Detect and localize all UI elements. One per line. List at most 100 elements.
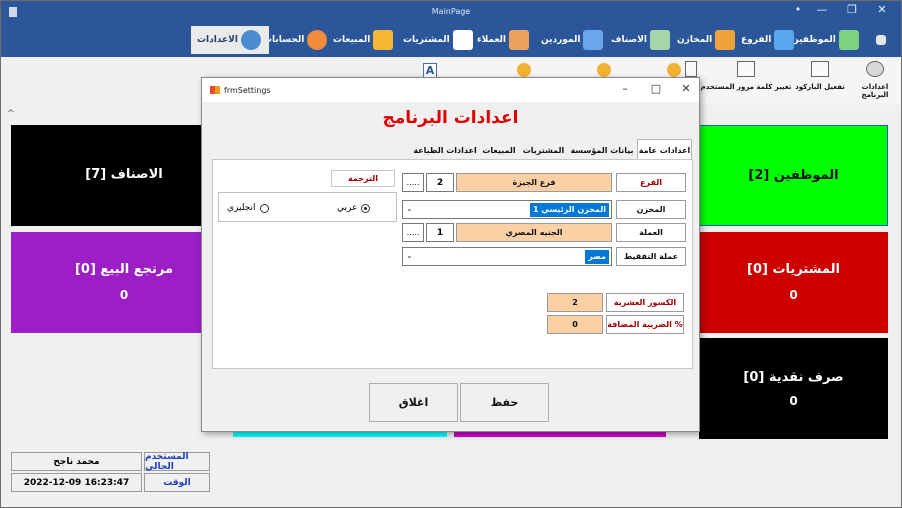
translation-label: الترجمة: [331, 170, 395, 187]
collapse-chevron-icon[interactable]: ^: [7, 109, 15, 119]
branch-number-field[interactable]: 2: [426, 173, 454, 192]
main-window: MainPage • — ❐ ✕ الموظفين الفروع المخازن…: [0, 0, 902, 508]
tool-label: اعدادات البرنامج: [861, 83, 889, 99]
menu-icon: [876, 35, 886, 45]
currency-browse-button[interactable]: .....: [402, 223, 424, 242]
menu-item-label: الموردين: [541, 35, 581, 45]
sales-icon: [373, 30, 394, 50]
dot-icon: •: [794, 3, 802, 16]
users-icon: [838, 30, 859, 50]
tab-company-data[interactable]: بيانات المؤسسة: [567, 141, 637, 159]
branch-name-field: فرع الجيزة: [456, 173, 612, 192]
currency-words-label: عملة التفقيط: [616, 247, 686, 266]
store-label: المخزن: [616, 200, 686, 219]
store-select[interactable]: ⌄ المخزن الرئيسي 1: [402, 200, 612, 219]
menu-item-accounts[interactable]: الحسابات: [263, 26, 328, 54]
time-value: 2022-12-09 16:23:47: [11, 473, 142, 492]
coins-icon[interactable]: [517, 63, 531, 77]
chevron-down-icon: ⌄: [406, 251, 413, 260]
radio-selected-icon: [361, 203, 371, 213]
items-icon: [650, 30, 670, 50]
menu-item-sales[interactable]: المبيعات: [333, 26, 394, 54]
time-label: الوقت: [144, 473, 210, 492]
menu-item-purchases[interactable]: المشتريات: [403, 26, 473, 54]
menu-item-items[interactable]: الاصناف: [611, 26, 670, 54]
customers-icon: [509, 30, 530, 50]
dialog-minimize-button[interactable]: –: [617, 82, 633, 95]
menu-item-warehouses[interactable]: المخازن: [677, 26, 736, 54]
font-icon: [685, 61, 697, 77]
menu-item-employees[interactable]: الموظفين: [791, 26, 859, 54]
menu-item-label: الاصناف: [611, 35, 647, 45]
decimals-label: الكسور العشرية: [606, 293, 684, 312]
radio-arabic-label: عربي: [337, 203, 358, 213]
warehouse-icon: [715, 30, 736, 50]
tab-purchases[interactable]: المشتريات: [520, 141, 567, 159]
save-button[interactable]: حفظ: [460, 383, 549, 422]
dialog-maximize-button[interactable]: □: [648, 82, 664, 95]
tab-print-settings[interactable]: اعدادات الطباعة: [412, 141, 478, 159]
coins-icon[interactable]: [667, 63, 681, 77]
tab-strip: اعدادات عامة بيانات المؤسسة المشتريات ال…: [412, 139, 692, 160]
menu-item-label: المخازن: [677, 35, 713, 45]
current-user-label: المستخدم الحالي: [144, 452, 210, 472]
tile-title: المشتريات [0]: [747, 262, 840, 277]
tool-label: تغيير كلمة مرور المستخدم: [700, 83, 792, 91]
barcode-icon: [811, 61, 829, 77]
tile-value: 0: [789, 288, 798, 302]
decimals-field[interactable]: 2: [547, 293, 603, 312]
tile-employees[interactable]: الموظفين [2]: [699, 125, 888, 226]
chevron-down-icon: ⌄: [406, 204, 413, 213]
currency-label: العملة: [616, 223, 686, 242]
menu-item-label: الموظفين: [791, 35, 836, 45]
current-user-value: محمد ناجح: [11, 452, 142, 471]
branch-browse-button[interactable]: .....: [402, 173, 424, 192]
maximize-button[interactable]: ❐: [843, 3, 861, 16]
tax-field[interactable]: 0: [547, 315, 603, 334]
id-card-icon: [737, 61, 755, 77]
branch-label: الفرع: [616, 173, 686, 192]
tool-activate-barcode[interactable]: تفعيل الباركود: [793, 61, 847, 91]
tile-purchases[interactable]: المشتريات [0] 0: [699, 232, 888, 333]
dialog-close-button[interactable]: ✕: [678, 82, 694, 95]
radio-arabic[interactable]: عربي: [337, 203, 371, 213]
general-settings-panel: الفرع فرع الجيزة 2 ..... المخزن ⌄ المخزن…: [212, 159, 693, 369]
translation-group: عربي انجليزي: [218, 192, 397, 222]
settings-dialog: frmSettings – □ ✕ اعدادات البرنامج اعداد…: [201, 77, 700, 432]
menu-item-suppliers[interactable]: الموردين: [541, 26, 604, 54]
truck-icon: [583, 30, 604, 50]
radio-english-label: انجليزي: [227, 203, 256, 213]
tab-sales[interactable]: المبيعات: [478, 141, 520, 159]
store-selected-value: المخزن الرئيسي 1: [529, 203, 609, 217]
tile-title: الموظفين [2]: [748, 168, 839, 183]
minimize-button[interactable]: —: [813, 3, 831, 16]
menu-item-branches[interactable]: الفروع: [741, 26, 795, 54]
menu-item-label: المبيعات: [333, 35, 371, 45]
close-button[interactable]: ✕: [873, 3, 891, 16]
tool-change-password[interactable]: تغيير كلمة مرور المستخدم: [699, 61, 793, 91]
menu-item-hidden[interactable]: [873, 26, 886, 54]
menu-item-label: الاعدادات: [197, 35, 238, 45]
tile-title: صرف نقدية [0]: [743, 370, 844, 385]
gear-icon: [240, 30, 261, 50]
tile-value: 0: [789, 394, 798, 408]
coins-icon[interactable]: [597, 63, 611, 77]
tile-cash-expense[interactable]: صرف نقدية [0] 0: [699, 338, 888, 439]
menu-item-settings[interactable]: الاعدادات: [191, 26, 269, 54]
currency-words-selected-value: مصر: [585, 250, 609, 264]
tool-program-settings[interactable]: اعدادات البرنامج: [849, 61, 901, 99]
currency-words-select[interactable]: ⌄ مصر: [402, 247, 612, 266]
currency-number-field[interactable]: 1: [426, 223, 454, 242]
close-dialog-button[interactable]: اغلاق: [369, 383, 458, 422]
tab-general-settings[interactable]: اعدادات عامة: [637, 139, 692, 160]
tool-label: تفعيل الباركود: [795, 83, 845, 91]
menu-item-customers[interactable]: العملاء: [477, 26, 530, 54]
accounts-icon: [307, 30, 328, 50]
radio-english[interactable]: انجليزي: [227, 203, 269, 213]
menu-item-label: الحسابات: [263, 35, 305, 45]
purchases-icon: [452, 30, 473, 50]
window-title: MainPage: [431, 7, 471, 16]
currency-name-field: الجنيه المصري: [456, 223, 612, 242]
dialog-title-bar: frmSettings – □ ✕: [202, 78, 699, 102]
menu-item-label: المشتريات: [403, 35, 450, 45]
